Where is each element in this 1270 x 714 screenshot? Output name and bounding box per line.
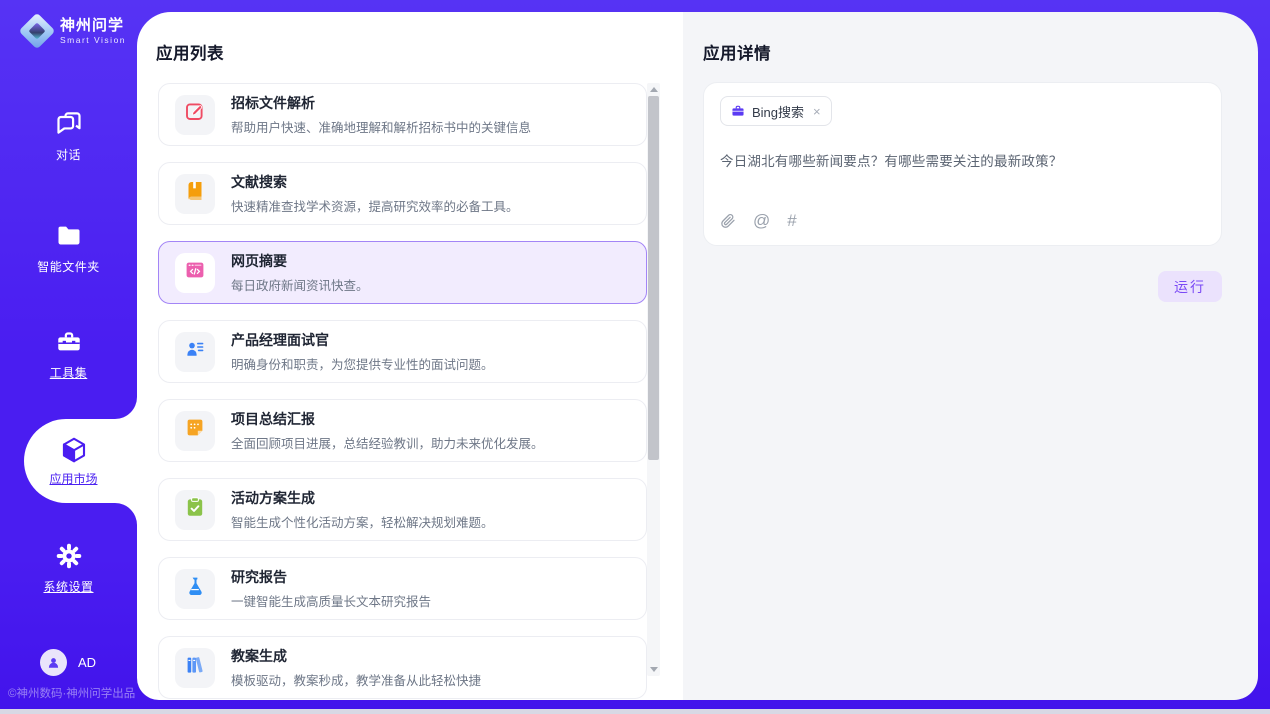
scrollbar-thumb[interactable]: [648, 96, 659, 460]
copyright: ©神州数码·神州问学出品: [8, 685, 135, 701]
sidebar-item-label: 智能文件夹: [37, 258, 100, 275]
prompt-card: Bing搜索 × 今日湖北有哪些新闻要点？有哪些需要关注的最新政策？ @ #: [703, 82, 1222, 246]
list-scrollbar[interactable]: [647, 83, 660, 676]
sidebar-item-5[interactable]: 系统设置: [0, 542, 137, 595]
bottom-edge-strip: [0, 709, 1270, 714]
browser-code-icon: [184, 259, 206, 286]
app-icon-tile: [175, 569, 215, 609]
run-button[interactable]: 运行: [1158, 271, 1222, 302]
interview-icon: [184, 338, 206, 365]
sidebar-item-label: 对话: [56, 146, 81, 163]
app-card-title: 教案生成: [231, 646, 481, 666]
prompt-text[interactable]: 今日湖北有哪些新闻要点？有哪些需要关注的最新政策？: [720, 150, 1205, 170]
app-card-text: 项目总结汇报 全面回顾项目进展，总结经验教训，助力未来优化发展。: [231, 409, 544, 452]
app-card-8[interactable]: 教案生成 模板驱动，教案秒成，教学准备从此轻松快捷: [158, 636, 647, 699]
sidebar-item-label: 应用市场: [49, 470, 97, 487]
research-icon: [184, 575, 206, 602]
user-account[interactable]: AD: [40, 649, 96, 676]
paperclip-icon[interactable]: [720, 213, 736, 229]
app-card-text: 教案生成 模板驱动，教案秒成，教学准备从此轻松快捷: [231, 646, 481, 689]
close-icon[interactable]: ×: [813, 105, 821, 118]
bubble-curve-bottom: [115, 503, 137, 525]
brand-name: 神州问学: [60, 17, 126, 34]
app-card-text: 招标文件解析 帮助用户快速、准确地理解和解析招标书中的关键信息: [231, 93, 531, 136]
app-card-4[interactable]: 产品经理面试官 明确身份和职责，为您提供专业性的面试问题。: [158, 320, 647, 383]
app-card-7[interactable]: 研究报告 一键智能生成高质量长文本研究报告: [158, 557, 647, 620]
app-card-5[interactable]: 项目总结汇报 全面回顾项目进展，总结经验教训，助力未来优化发展。: [158, 399, 647, 462]
hash-icon[interactable]: #: [787, 211, 796, 231]
brand-logo: 神州问学 Smart Vision: [22, 16, 126, 46]
app-card-desc: 模板驱动，教案秒成，教学准备从此轻松快捷: [231, 670, 481, 689]
app-card-desc: 智能生成个性化活动方案，轻松解决规划难题。: [231, 512, 494, 531]
app-card-desc: 全面回顾项目进展，总结经验教训，助力未来优化发展。: [231, 433, 544, 452]
app-card-desc: 一键智能生成高质量长文本研究报告: [231, 591, 431, 610]
app-card-title: 文献搜索: [231, 172, 519, 192]
folder-icon: [55, 222, 83, 250]
toolbox-icon: [55, 328, 83, 356]
sidebar-item-label: 系统设置: [43, 578, 93, 595]
app-card-text: 活动方案生成 智能生成个性化活动方案，轻松解决规划难题。: [231, 488, 494, 531]
app-card-1[interactable]: 招标文件解析 帮助用户快速、准确地理解和解析招标书中的关键信息: [158, 83, 647, 146]
sidebar-item-1[interactable]: 对话: [0, 110, 137, 163]
app-card-6[interactable]: 活动方案生成 智能生成个性化活动方案，轻松解决规划难题。: [158, 478, 647, 541]
composer-toolbar: @ #: [720, 211, 797, 231]
app-card-desc: 帮助用户快速、准确地理解和解析招标书中的关键信息: [231, 117, 531, 136]
app-icon-tile: [175, 332, 215, 372]
app-card-title: 项目总结汇报: [231, 409, 544, 429]
app-card-title: 网页摘要: [231, 251, 369, 271]
brand-tagline: Smart Vision: [60, 35, 126, 45]
app-icon-tile: [175, 253, 215, 293]
at-icon[interactable]: @: [753, 211, 770, 231]
app-list-panel: 应用列表 招标文件解析 帮助用户快速、准确地理解和解析招标书中的关键信息 文献搜…: [137, 12, 683, 700]
sidebar-item-4-active[interactable]: 应用市场: [24, 419, 137, 503]
scroll-down-icon[interactable]: [647, 663, 660, 676]
app-icon-tile: [175, 490, 215, 530]
tool-tag-label: Bing搜索: [752, 102, 804, 121]
sidebar-item-2[interactable]: 智能文件夹: [0, 222, 137, 275]
app-card-title: 研究报告: [231, 567, 431, 587]
app-card-title: 招标文件解析: [231, 93, 531, 113]
app-card-text: 文献搜索 快速精准查找学术资源，提高研究效率的必备工具。: [231, 172, 519, 215]
briefcase-icon: [731, 104, 745, 118]
app-icon-tile: [175, 174, 215, 214]
app-card-2[interactable]: 文献搜索 快速精准查找学术资源，提高研究效率的必备工具。: [158, 162, 647, 225]
app-card-text: 网页摘要 每日政府新闻资讯快查。: [231, 251, 369, 294]
app-card-3[interactable]: 网页摘要 每日政府新闻资讯快查。: [158, 241, 647, 304]
clipboard-check-icon: [184, 496, 206, 523]
app-card-desc: 明确身份和职责，为您提供专业性的面试问题。: [231, 354, 494, 373]
app-icon-tile: [175, 411, 215, 451]
sidebar: 神州问学 Smart Vision 对话 智能文件夹 工具集 应用市场 系统设置: [0, 0, 137, 714]
bubble-curve-top: [115, 397, 137, 419]
books-icon: [184, 654, 206, 681]
cube-icon: [59, 435, 89, 465]
document-edit-icon: [184, 101, 206, 128]
app-list-title: 应用列表: [156, 40, 224, 64]
app-icon-tile: [175, 95, 215, 135]
app-card-desc: 每日政府新闻资讯快查。: [231, 275, 369, 294]
app-card-title: 活动方案生成: [231, 488, 494, 508]
book-icon: [184, 180, 206, 207]
app-card-title: 产品经理面试官: [231, 330, 494, 350]
app-card-text: 产品经理面试官 明确身份和职责，为您提供专业性的面试问题。: [231, 330, 494, 373]
brand-diamond-icon: [22, 16, 52, 46]
app-card-text: 研究报告 一键智能生成高质量长文本研究报告: [231, 567, 431, 610]
app-detail-title: 应用详情: [703, 40, 771, 64]
app-icon-tile: [175, 648, 215, 688]
note-icon: [184, 417, 206, 444]
avatar: [40, 649, 67, 676]
chat-icon: [55, 110, 83, 138]
person-icon: [45, 654, 62, 671]
sidebar-item-3[interactable]: 工具集: [0, 328, 137, 381]
user-label: AD: [78, 655, 96, 670]
app-detail-panel: 应用详情 Bing搜索 × 今日湖北有哪些新闻要点？有哪些需要关注的最新政策？ …: [683, 12, 1258, 700]
app-card-desc: 快速精准查找学术资源，提高研究效率的必备工具。: [231, 196, 519, 215]
scroll-up-icon[interactable]: [647, 83, 660, 96]
gear-icon: [55, 542, 83, 570]
tool-tag-bing[interactable]: Bing搜索 ×: [720, 96, 832, 126]
sidebar-item-label: 工具集: [50, 364, 88, 381]
